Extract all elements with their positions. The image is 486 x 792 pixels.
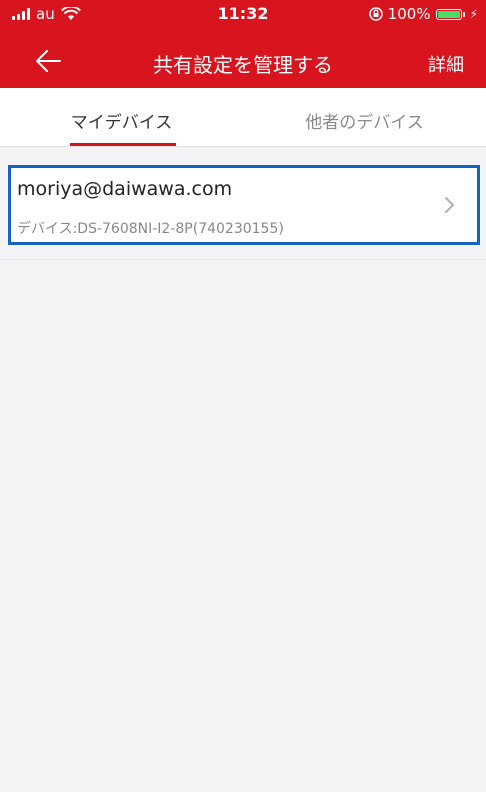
tab-others-devices[interactable]: 他者のデバイス (243, 88, 486, 146)
battery-fill (437, 10, 460, 18)
list-divider (0, 259, 486, 260)
share-list-item[interactable]: moriya@daiwawa.com デバイス:DS-7608NI-I2-8P(… (8, 165, 480, 245)
active-tab-indicator (70, 143, 176, 146)
battery-icon (435, 8, 462, 20)
battery-percent: 100% (387, 5, 431, 23)
nav-bar: 共有設定を管理する 詳細 (0, 40, 486, 86)
tab-bar: マイデバイス 他者のデバイス (0, 88, 486, 147)
app-header: au 11:32 100% ⚡ 共有設定を管理する 詳細 (0, 0, 486, 88)
share-device: デバイス:DS-7608NI-I2-8P(740230155) (17, 221, 284, 237)
share-email: moriya@daiwawa.com (17, 178, 233, 200)
page-title: 共有設定を管理する (153, 53, 333, 77)
status-bar: au 11:32 100% ⚡ (0, 0, 486, 28)
battery-tip (462, 11, 465, 17)
tab-my-devices[interactable]: マイデバイス (0, 88, 243, 146)
detail-button[interactable]: 詳細 (428, 51, 464, 77)
chevron-right-icon (445, 197, 454, 213)
status-right: 100% ⚡ (368, 5, 478, 23)
charging-icon: ⚡ (469, 7, 478, 21)
rotation-lock-icon (368, 7, 383, 21)
